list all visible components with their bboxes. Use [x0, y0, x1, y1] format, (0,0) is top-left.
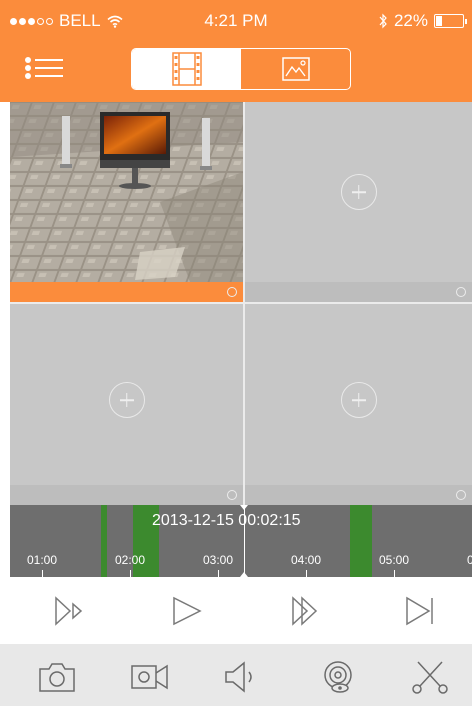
- timeline-cursor[interactable]: [244, 505, 245, 577]
- view-mode-toggle: [131, 48, 351, 90]
- timeline-tick-mark: [394, 570, 395, 577]
- timeline-tick-mark: [306, 570, 307, 577]
- timeline-tick-label: 03:00: [202, 553, 234, 567]
- camera-view-icon[interactable]: [318, 660, 358, 694]
- camera-cell-1[interactable]: [10, 102, 243, 302]
- battery-icon: [434, 14, 467, 28]
- gallery-icon: [281, 57, 310, 81]
- timeline-tick-mark: [130, 570, 131, 577]
- timeline-cursor-head: [240, 505, 248, 510]
- speaker-icon[interactable]: [222, 660, 262, 694]
- bluetooth-icon: [379, 13, 387, 29]
- camera-cell-3[interactable]: [10, 304, 243, 505]
- add-camera-icon[interactable]: [340, 174, 377, 210]
- camera-grid: [10, 102, 472, 505]
- timeline-datetime: 2013-12-15 00:02:15: [152, 512, 301, 529]
- playback-controls: [0, 578, 472, 644]
- play-icon[interactable]: [170, 596, 204, 626]
- timeline-tick-label: 04:00: [290, 553, 322, 567]
- record-video-icon[interactable]: [130, 660, 170, 694]
- add-camera-icon[interactable]: [340, 382, 377, 418]
- menu-icon[interactable]: [25, 55, 65, 81]
- timeline-tick-mark: [218, 570, 219, 577]
- timeline-tick-mark: [42, 570, 43, 577]
- playback-timeline[interactable]: 2013-12-15 00:02:15 01:00 02:00 03:00 04:00…: [10, 505, 472, 577]
- camera-feed: [10, 102, 243, 282]
- status-bar: BELL 4:21 PM 22%: [0, 0, 472, 40]
- skip-to-end-icon[interactable]: [404, 596, 438, 626]
- cut-icon[interactable]: [410, 660, 450, 694]
- timeline-cursor-foot: [240, 572, 248, 577]
- slow-play-icon[interactable]: [53, 596, 87, 626]
- tab-video[interactable]: [132, 49, 241, 89]
- camera-cell-4[interactable]: [245, 304, 472, 505]
- app-header: BELL 4:21 PM 22%: [0, 0, 472, 102]
- battery-percent: 22%: [393, 11, 428, 30]
- timeline-tick-label: 02:00: [114, 553, 146, 567]
- film-strip-icon: [171, 52, 202, 86]
- add-camera-icon[interactable]: [108, 382, 145, 418]
- timeline-tick-label: 01:00: [26, 553, 58, 567]
- action-toolbar: [0, 644, 472, 706]
- recording-segment: [100, 505, 107, 577]
- fast-forward-icon[interactable]: [290, 596, 324, 626]
- timeline-tick-label: 05:00: [378, 553, 410, 567]
- camera-cell-2[interactable]: [245, 102, 472, 302]
- timeline-tick-label: 06:00: [466, 553, 472, 567]
- recording-segment: [350, 505, 372, 577]
- tab-gallery[interactable]: [241, 49, 350, 89]
- snapshot-icon[interactable]: [37, 660, 77, 694]
